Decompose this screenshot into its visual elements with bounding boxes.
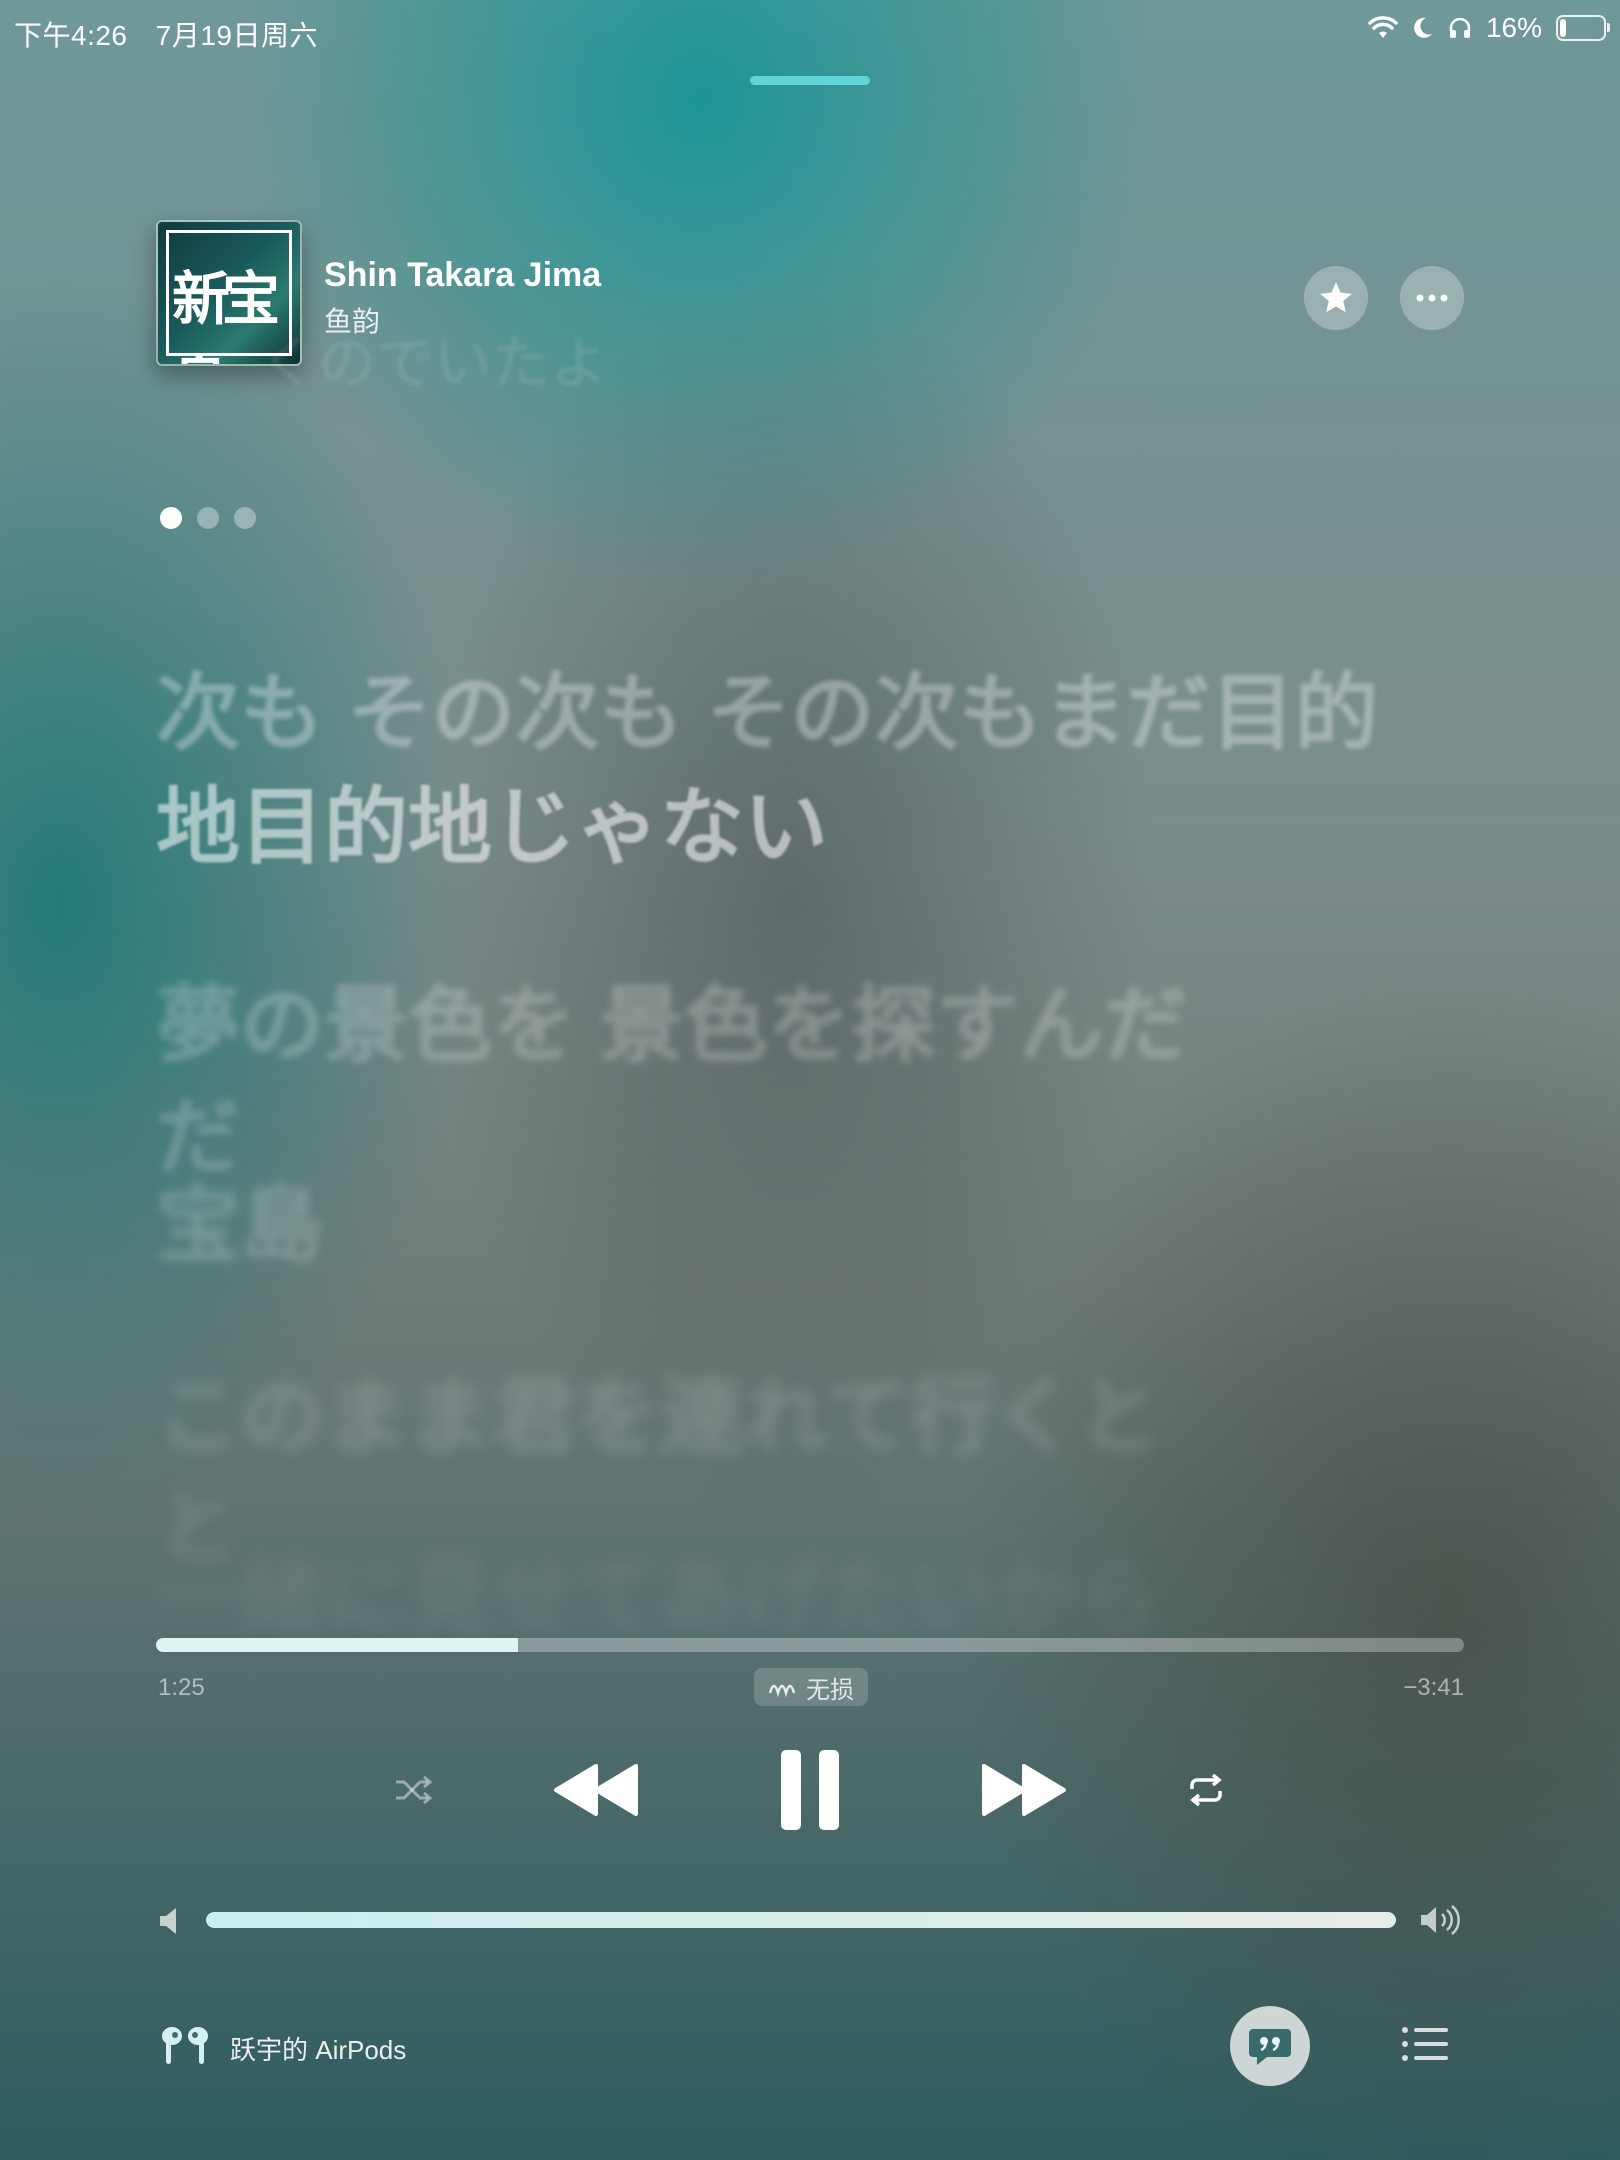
volume-low-icon	[156, 1904, 186, 1938]
lossless-badge[interactable]: 无损	[754, 1668, 868, 1706]
song-artist[interactable]: 鱼韵	[324, 300, 380, 340]
rewind-icon	[554, 1764, 638, 1816]
page-dot[interactable]	[160, 507, 182, 529]
more-button[interactable]	[1400, 266, 1464, 330]
lyric-line[interactable]: 宝島	[156, 1158, 324, 1279]
shuffle-button[interactable]	[384, 1760, 444, 1820]
status-date: 7月19日周六	[155, 20, 318, 51]
page-dot[interactable]	[234, 507, 256, 529]
lyrics-button[interactable]	[1230, 2006, 1310, 2086]
battery-icon	[1556, 15, 1610, 41]
sheet-grabber[interactable]	[750, 76, 870, 85]
pause-button[interactable]	[770, 1740, 850, 1840]
elapsed-time: 1:25	[158, 1674, 205, 1701]
page-dot[interactable]	[197, 507, 219, 529]
lyrics-quote-icon	[1249, 2029, 1291, 2065]
previous-button[interactable]	[548, 1752, 644, 1828]
volume-high-icon	[1418, 1902, 1464, 1938]
remaining-time: −3:41	[1403, 1674, 1464, 1701]
lossless-wave-icon	[768, 1684, 796, 1697]
playback-scrubber[interactable]	[156, 1638, 1464, 1652]
status-time: 下午4:26	[14, 20, 128, 51]
star-icon	[1320, 282, 1352, 313]
favorite-button[interactable]	[1304, 266, 1368, 330]
repeat-button[interactable]	[1176, 1760, 1236, 1820]
volume-fill	[206, 1912, 1396, 1928]
repeat-icon	[1190, 1773, 1222, 1807]
list-icon	[1402, 2027, 1448, 2061]
queue-button[interactable]	[1400, 2024, 1450, 2066]
status-bar-left: 下午4:26 7月19日周六	[14, 14, 338, 54]
ghost-lyric: くのでいたよ	[260, 331, 609, 396]
volume-slider[interactable]	[206, 1912, 1396, 1928]
fast-forward-icon	[982, 1764, 1066, 1816]
battery-percent: 16%	[1485, 12, 1542, 43]
lyric-line[interactable]: このまま君を連れて行くと	[156, 1350, 1161, 1471]
lyric-line[interactable]: 夢の景色を 景色を探すんだ	[156, 958, 1187, 1079]
pause-icon	[781, 1750, 839, 1830]
output-device-label[interactable]: 跃宇的 AirPods	[230, 2030, 406, 2067]
lyric-line-current[interactable]: 地目的地じゃない	[156, 760, 828, 881]
playback-progress-fill	[156, 1638, 519, 1652]
moon-icon	[1414, 17, 1432, 38]
headphones-icon	[1449, 17, 1471, 38]
song-title: Shin Takara Jima	[324, 256, 602, 294]
shuffle-icon	[396, 1775, 433, 1805]
quality-label: 无损	[806, 1676, 854, 1704]
ellipsis-icon	[1416, 294, 1448, 302]
airpods-icon[interactable]	[158, 2024, 212, 2068]
next-button[interactable]	[976, 1752, 1072, 1828]
wifi-icon	[1368, 16, 1398, 38]
lyric-line[interactable]: 次も その次も その次もまだ目的	[156, 646, 1379, 767]
page-indicator[interactable]	[160, 507, 256, 529]
lyric-line[interactable]: 一緒に見せてあげたいから	[156, 1530, 1161, 1651]
status-bar-right: 16%	[1368, 12, 1610, 44]
